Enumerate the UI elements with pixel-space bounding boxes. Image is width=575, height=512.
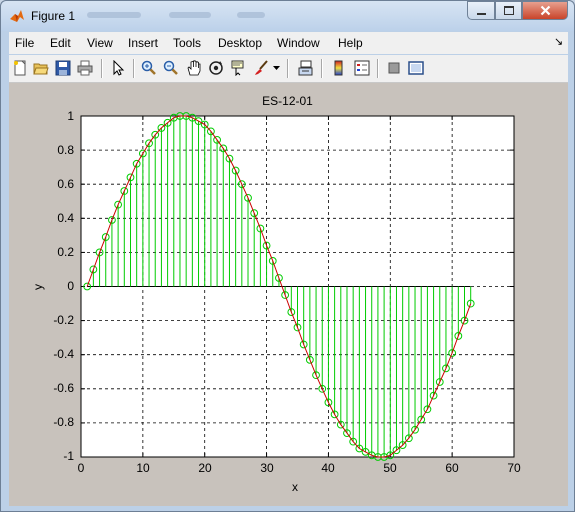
x-tick-label: 60 — [445, 461, 459, 475]
y-tick-label: 0 — [67, 279, 74, 293]
x-tick-label: 10 — [136, 461, 150, 475]
x-tick-label: 0 — [77, 461, 85, 475]
plot-area[interactable] — [0, 0, 575, 512]
y-tick-label: -0.4 — [53, 347, 74, 361]
x-tick-label: 30 — [260, 461, 274, 475]
x-tick-label: 70 — [507, 461, 521, 475]
y-axis-label: y — [31, 284, 45, 290]
y-tick-label: -0.2 — [53, 313, 74, 327]
y-tick-label: 0.4 — [57, 211, 74, 225]
y-tick-label: 1 — [67, 109, 74, 123]
y-tick-label: -0.8 — [53, 415, 74, 429]
x-tick-label: 40 — [321, 461, 335, 475]
y-tick-label: -0.6 — [53, 381, 74, 395]
x-axis-label: x — [292, 480, 298, 494]
y-tick-label: 0.2 — [57, 245, 74, 259]
y-tick-label: -1 — [63, 449, 74, 463]
y-tick-label: 0.8 — [57, 143, 74, 157]
y-tick-label: 0.6 — [57, 177, 74, 191]
x-tick-label: 20 — [198, 461, 212, 475]
x-tick-label: 50 — [383, 461, 397, 475]
